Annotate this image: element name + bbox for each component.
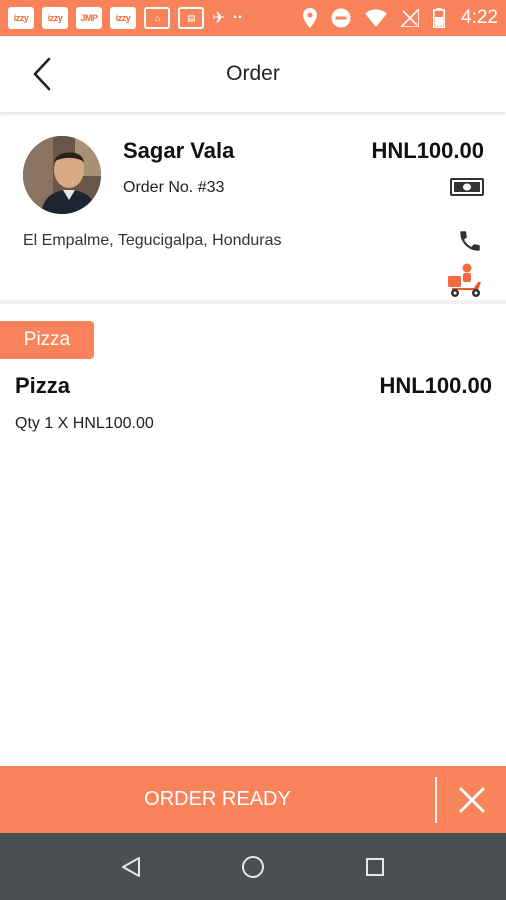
calendar-icon: ▤: [178, 7, 204, 29]
no-signal-icon: [401, 9, 420, 27]
notification-icons: izzy izzy JMP izzy ⌂ ▤ ✈ ··: [8, 7, 243, 29]
cash-icon: [450, 178, 484, 196]
action-bar: ORDER READY: [0, 766, 506, 833]
chevron-left-icon: [33, 57, 51, 91]
customer-card: Sagar Vala Order No. #33 HNL100.00 El Em…: [0, 112, 506, 304]
customer-name: Sagar Vala: [123, 138, 235, 163]
item-name: Pizza: [15, 373, 71, 398]
status-bar: izzy izzy JMP izzy ⌂ ▤ ✈ ·· 4:22: [0, 0, 506, 36]
order-number: Order No. #33: [123, 179, 225, 196]
cancel-order-button[interactable]: [437, 766, 506, 833]
back-button[interactable]: [24, 56, 60, 92]
close-icon: [459, 787, 484, 812]
item-price: HNL100.00: [379, 373, 492, 398]
item-quantity: Qty 1 X HNL100.00: [15, 415, 154, 432]
app-header: Order: [0, 36, 506, 112]
location-pin-icon: [303, 8, 318, 28]
order-total: HNL100.00: [371, 138, 484, 163]
satellite-icon: ✈: [212, 10, 225, 27]
do-not-disturb-icon: [331, 8, 351, 28]
jmp-notification-icon: JMP: [76, 7, 102, 29]
delivery-scooter-icon: [448, 263, 481, 297]
customer-address: El Empalme, Tegucigalpa, Honduras: [23, 232, 282, 249]
action-divider: [435, 777, 437, 823]
order-ready-button[interactable]: ORDER READY: [0, 766, 435, 833]
izzy-notification-icon: izzy: [110, 7, 136, 29]
more-dots-icon: ··: [232, 9, 243, 26]
avatar: [23, 136, 101, 214]
phone-icon[interactable]: [457, 228, 483, 254]
system-icons: 4:22: [303, 7, 498, 29]
home-location-icon: ⌂: [144, 7, 170, 29]
wifi-icon: [365, 9, 388, 27]
page-title: Order: [226, 62, 280, 85]
navigation-bar: [0, 833, 506, 900]
category-chip: Pizza: [0, 321, 94, 359]
nav-recents-button[interactable]: [355, 847, 395, 887]
recents-square-icon: [366, 857, 384, 876]
nav-back-button[interactable]: [111, 847, 151, 887]
status-time: 4:22: [461, 7, 498, 28]
back-triangle-icon: [122, 856, 140, 877]
izzy-notification-icon: izzy: [42, 7, 68, 29]
battery-icon: [433, 8, 446, 28]
izzy-notification-icon: izzy: [8, 7, 34, 29]
nav-home-button[interactable]: [233, 847, 273, 887]
home-circle-icon: [242, 855, 264, 878]
